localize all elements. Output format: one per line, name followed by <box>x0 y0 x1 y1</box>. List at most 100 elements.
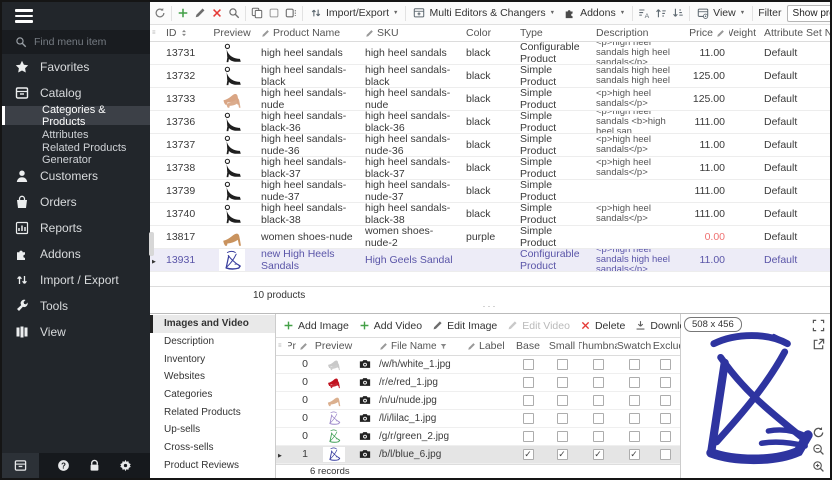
column-header-swatch[interactable]: Swatch <box>617 338 651 354</box>
product-row[interactable]: 13931 new High Heels Sandals High Geels … <box>150 249 830 272</box>
image-row[interactable]: 0 /w/h/white_1.jpg <box>276 356 680 374</box>
checkbox-exclude[interactable] <box>660 359 671 370</box>
product-row[interactable]: 13731 high heel sandals high heel sandal… <box>150 42 830 65</box>
detail-tab[interactable]: Product Reviews <box>150 457 275 475</box>
image-row[interactable]: 1 /b/l/blue_6.jpg <box>276 446 680 464</box>
checkbox-exclude[interactable] <box>660 413 671 424</box>
product-row[interactable]: 13738 high heel sandals-black-37 high he… <box>150 157 830 180</box>
rotate-icon[interactable] <box>812 426 825 439</box>
column-header-weight[interactable]: Weight <box>729 25 760 41</box>
sidebar-item-favorites[interactable]: Favorites <box>2 54 150 80</box>
detail-tab[interactable]: Categories <box>150 386 275 404</box>
checkbox-swatch[interactable] <box>629 377 640 388</box>
sort-ascending-button[interactable] <box>655 5 667 22</box>
column-header-preview[interactable]: Preview <box>312 338 355 354</box>
checkbox-swatch[interactable] <box>629 413 640 424</box>
image-row[interactable]: 0 /l/i/lilac_1.jpg <box>276 410 680 428</box>
checkbox-thumbnail[interactable] <box>593 413 604 424</box>
paste-special-button[interactable] <box>285 5 297 22</box>
checkbox-base[interactable] <box>523 449 534 460</box>
column-header-label[interactable]: Label <box>463 338 511 354</box>
column-header-attribute-set[interactable]: Attribute Set Name <box>760 25 830 41</box>
toolbar-button[interactable]: Add Image <box>279 320 353 332</box>
copy-button[interactable] <box>251 5 263 22</box>
toolbar-button[interactable]: Delete <box>576 320 629 332</box>
column-header-type[interactable]: Type <box>516 25 592 41</box>
checkbox-small[interactable] <box>557 413 568 424</box>
panel-splitter-handle[interactable] <box>149 232 154 256</box>
column-header-thumbnail[interactable]: Thumbna <box>579 338 617 354</box>
checkbox-exclude[interactable] <box>660 431 671 442</box>
checkbox-swatch[interactable] <box>629 359 640 370</box>
checkbox-thumbnail[interactable] <box>593 359 604 370</box>
sort-alphabetical-button[interactable] <box>638 5 650 22</box>
checkbox-thumbnail[interactable] <box>593 395 604 406</box>
checkbox-small[interactable] <box>557 449 568 460</box>
checkbox-base[interactable] <box>523 377 534 388</box>
column-header-position[interactable]: Pr <box>288 338 312 354</box>
column-header-base[interactable]: Base <box>511 338 545 354</box>
checkbox-small[interactable] <box>557 431 568 442</box>
sidebar-item-categories-products[interactable]: Categories & Products <box>2 106 150 125</box>
view-dropdown[interactable]: View▼ <box>695 7 747 19</box>
edit-product-button[interactable] <box>194 5 206 22</box>
image-row[interactable]: 0 /n/u/nude.jpg <box>276 392 680 410</box>
detail-tab[interactable]: Images and Video <box>150 315 275 333</box>
sidebar-item-reports[interactable]: Reports <box>2 215 150 241</box>
checkbox-thumbnail[interactable] <box>593 377 604 388</box>
column-header-description[interactable]: Description <box>592 25 681 41</box>
column-header-price[interactable]: Price <box>681 25 729 41</box>
add-product-button[interactable] <box>177 5 189 22</box>
checkbox-small[interactable] <box>557 377 568 388</box>
product-row[interactable]: 13733 high heel sandals-nude high heel s… <box>150 88 830 111</box>
checkbox-swatch[interactable] <box>629 449 640 460</box>
multi-editors-dropdown[interactable]: Multi Editors & Changers▼ <box>411 7 557 19</box>
sidebar-item-catalog[interactable]: Catalog <box>2 80 150 106</box>
image-row[interactable]: 0 /r/e/red_1.jpg <box>276 374 680 392</box>
detail-tab[interactable]: Description <box>150 333 275 351</box>
refresh-button[interactable] <box>154 5 166 22</box>
zoom-in-icon[interactable] <box>812 460 825 473</box>
sidebar-item-import-export[interactable]: Import / Export <box>2 267 150 293</box>
toolbar-button[interactable]: Add Video <box>355 320 426 332</box>
sidebar-item-view[interactable]: View <box>2 319 150 345</box>
fit-to-screen-icon[interactable] <box>812 319 825 332</box>
sidebar-item-customers[interactable]: Customers <box>2 163 150 189</box>
column-header-sku[interactable]: SKU <box>361 25 462 41</box>
addons-dropdown[interactable]: Addons▼ <box>562 7 627 19</box>
checkbox-exclude[interactable] <box>660 449 671 460</box>
detail-tab[interactable]: Websites <box>150 368 275 386</box>
product-row[interactable]: 13737 high heel sandals-nude-36 high hee… <box>150 134 830 157</box>
column-header-file-name[interactable]: File Name <box>375 338 463 354</box>
menu-search-input[interactable] <box>34 36 134 48</box>
paste-button[interactable] <box>268 5 280 22</box>
column-header-id[interactable]: ID <box>162 25 207 41</box>
checkbox-small[interactable] <box>557 395 568 406</box>
image-row[interactable]: 0 /g/r/green_2.jpg <box>276 428 680 446</box>
sidebar-item-addons[interactable]: Addons <box>2 241 150 267</box>
column-header-product-name[interactable]: Product Name <box>257 25 361 41</box>
filter-select[interactable]: Show products from selected categories▼ <box>787 5 832 22</box>
checkbox-small[interactable] <box>557 359 568 370</box>
zoom-out-icon[interactable] <box>812 443 825 456</box>
help-icon[interactable] <box>57 459 70 472</box>
toolbar-button[interactable]: Edit Video <box>503 320 574 332</box>
search-button[interactable] <box>228 5 240 22</box>
product-row[interactable]: 13739 high heel sandals-nude-37 high hee… <box>150 180 830 203</box>
detail-tab[interactable]: Up-sells <box>150 421 275 439</box>
lock-icon[interactable] <box>88 459 101 472</box>
sort-descending-button[interactable] <box>672 5 684 22</box>
sidebar-item-tools[interactable]: Tools <box>2 293 150 319</box>
detail-tab[interactable]: Inventory <box>150 350 275 368</box>
checkbox-exclude[interactable] <box>660 377 671 388</box>
menu-toggle-button[interactable] <box>2 2 150 30</box>
gear-icon[interactable] <box>119 459 132 472</box>
checkbox-swatch[interactable] <box>629 431 640 442</box>
checkbox-base[interactable] <box>523 413 534 424</box>
column-header-exclude[interactable]: Exclude <box>651 338 680 354</box>
checkbox-swatch[interactable] <box>629 395 640 406</box>
checkbox-exclude[interactable] <box>660 395 671 406</box>
store-button[interactable] <box>2 453 39 478</box>
checkbox-base[interactable] <box>523 359 534 370</box>
sidebar-item-related-products-generator[interactable]: Related Products Generator <box>2 144 150 163</box>
